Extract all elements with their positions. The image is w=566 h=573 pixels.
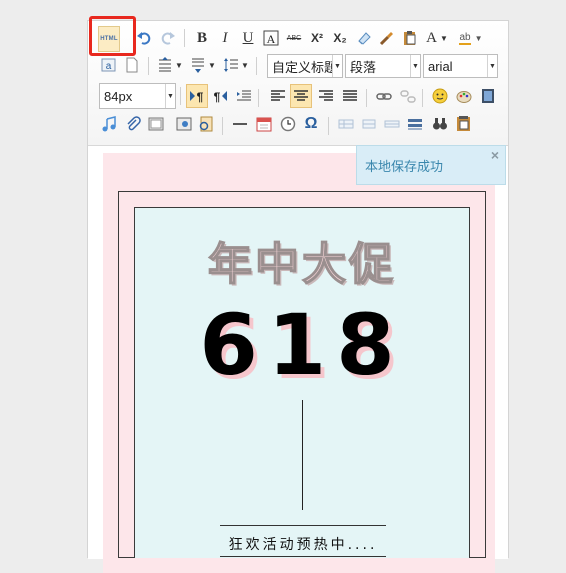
save-toast: 本地保存成功 × <box>356 145 506 185</box>
insert-row-icon[interactable] <box>382 114 402 134</box>
align-right-icon[interactable] <box>316 86 336 106</box>
toast-message: 本地保存成功 <box>365 158 444 174</box>
svg-text:A: A <box>267 32 276 46</box>
music-icon[interactable] <box>99 114 119 134</box>
horizontal-rule-icon[interactable] <box>230 114 250 134</box>
indent-icon[interactable] <box>234 86 254 106</box>
delete-row-icon[interactable] <box>405 114 425 134</box>
unlink-icon[interactable] <box>398 86 418 106</box>
row-spacing-top-button[interactable]: ▼ <box>156 55 184 75</box>
toolbar-divider <box>148 57 149 75</box>
italic-button[interactable]: I <box>215 28 235 48</box>
underline-button[interactable]: U <box>238 28 258 48</box>
chevron-down-icon: ▼ <box>332 55 342 77</box>
svg-text:¶: ¶ <box>197 90 204 104</box>
paragraph-select[interactable]: 段落 ▼ <box>345 54 421 78</box>
strikethrough-button[interactable]: ABC <box>284 28 304 48</box>
poster-subtitle: 狂欢活动预热中.... <box>228 537 378 553</box>
line-height-button[interactable]: ▼ <box>222 55 250 75</box>
dropdown-arrow-icon: ▼ <box>439 33 448 43</box>
delete-table-icon[interactable] <box>359 114 379 134</box>
subtitle-top-rule <box>220 525 386 526</box>
toolbar-divider <box>422 89 423 107</box>
font-color-button[interactable]: A ▼ <box>424 28 450 48</box>
new-document-icon[interactable] <box>122 55 142 75</box>
template-icon[interactable] <box>454 114 474 134</box>
close-icon[interactable]: × <box>491 147 499 163</box>
poster-title: 年中大促 <box>207 238 396 291</box>
toolbar-divider <box>258 89 259 107</box>
justify-icon[interactable] <box>340 86 360 106</box>
toolbar-divider <box>222 117 223 135</box>
chevron-down-icon: ▼ <box>410 55 420 77</box>
row-spacing-bottom-button[interactable]: ▼ <box>189 55 217 75</box>
image-icon[interactable] <box>174 114 194 134</box>
search-replace-icon[interactable] <box>430 114 450 134</box>
toolbar-divider <box>180 87 181 105</box>
chevron-down-icon: ▼ <box>487 55 497 77</box>
highlight-annotation <box>89 16 136 56</box>
font-size-select[interactable]: 84px ▼ <box>99 83 176 109</box>
format-painter-icon[interactable] <box>377 28 397 48</box>
toolbar-divider <box>366 89 367 107</box>
map-icon[interactable] <box>146 114 166 134</box>
redo-icon[interactable] <box>158 28 178 48</box>
toolbar-divider <box>184 29 185 47</box>
eraser-icon[interactable] <box>354 28 374 48</box>
paragraph-value: 段落 <box>350 59 377 75</box>
insert-table-icon[interactable] <box>336 114 356 134</box>
font-size-value: 84px <box>104 88 133 104</box>
paste-plain-icon[interactable] <box>400 28 420 48</box>
align-center-button[interactable] <box>290 84 312 108</box>
font-family-value: arial <box>428 58 453 74</box>
rtl-direction-icon[interactable]: ¶ <box>210 86 230 106</box>
toolbar-divider <box>328 117 329 135</box>
video-icon[interactable] <box>478 86 498 106</box>
svg-text:a: a <box>106 61 112 72</box>
dropdown-arrow-icon: ▼ <box>474 33 483 43</box>
superscript-button[interactable]: X² <box>307 28 327 48</box>
font-family-select[interactable]: arial ▼ <box>423 54 498 78</box>
special-chars-button[interactable]: Ω <box>301 114 321 134</box>
custom-title-value: 自定义标题 <box>272 59 332 75</box>
link-icon[interactable] <box>374 86 394 106</box>
toolbar-divider <box>256 57 257 75</box>
chevron-down-icon: ▼ <box>165 84 175 108</box>
bold-button[interactable]: B <box>192 28 212 48</box>
subscript-button[interactable]: X₂ <box>330 28 350 48</box>
poster-number: 618 <box>199 296 405 394</box>
emoticon-icon[interactable] <box>430 86 450 106</box>
undo-icon[interactable] <box>134 28 154 48</box>
font-border-icon[interactable]: A <box>261 28 281 48</box>
poster-inner-panel: 年中大促 618 狂欢活动预热中.... <box>134 207 470 558</box>
attachment-icon[interactable] <box>123 114 143 134</box>
subtitle-bottom-rule <box>220 556 386 557</box>
svg-text:¶: ¶ <box>214 90 221 104</box>
align-left-icon[interactable] <box>268 86 288 106</box>
spellcheck-button[interactable]: ab ▼ <box>456 28 486 48</box>
custom-title-select[interactable]: 自定义标题 ▼ <box>267 54 343 78</box>
select-all-icon[interactable]: a <box>99 55 119 75</box>
insert-frame-icon[interactable] <box>196 114 216 134</box>
date-icon[interactable] <box>254 114 274 134</box>
poster-divider-line <box>302 400 303 510</box>
font-color-label: A <box>426 29 437 46</box>
time-icon[interactable] <box>278 114 298 134</box>
ltr-direction-button[interactable]: ¶ <box>186 84 208 108</box>
editor-toolbar: HTML B I U A ABC X² X₂ A ▼ ab ▼ a ▼ ▼ ▼ … <box>88 21 508 146</box>
scrawl-icon[interactable] <box>454 86 474 106</box>
spell-label: ab <box>459 31 471 45</box>
